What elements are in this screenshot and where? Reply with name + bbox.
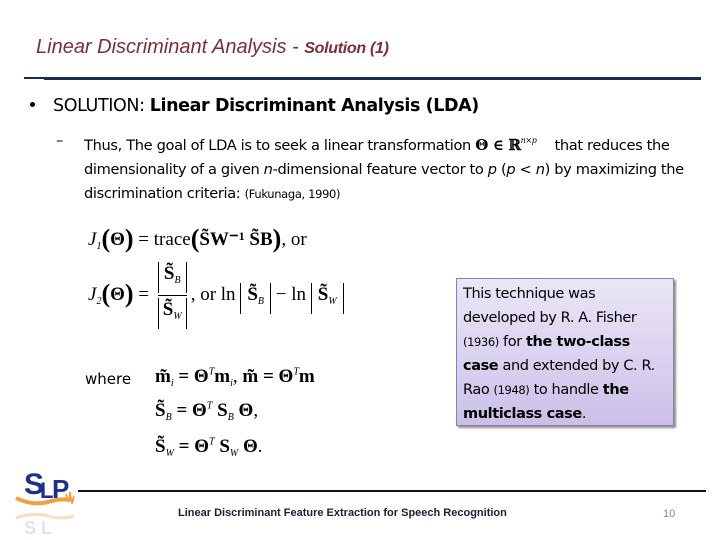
eq-symbol: S̃ [155, 436, 166, 457]
text-span: ( [496, 161, 507, 178]
eq-paren: ) [272, 224, 282, 253]
equation-sw: S̃W = ΘT SW Θ. [155, 436, 263, 459]
eq-text: − ln [271, 283, 306, 305]
slp-logo: S L P S L [14, 460, 78, 538]
eq-body: S̃W⁻¹ S̃B [199, 229, 273, 250]
slp-logo-icon: S L P S L [15, 468, 75, 538]
footer-divider [78, 490, 706, 492]
slide-title: Linear Discriminant Analysis - Solution … [36, 36, 389, 59]
var-n: n [263, 161, 273, 178]
text-span: < [515, 161, 536, 178]
theta-in-reals: Θ ∈ ℝ [475, 136, 521, 154]
equation-means: m̃i = ΘTmi, m̃ = ΘTm [155, 366, 315, 389]
eq-subscript: W [229, 448, 239, 459]
bullet-lead: SOLUTION: [53, 96, 150, 116]
eq-paren: ) [124, 224, 134, 253]
eq-symbol: m̃ [242, 366, 259, 387]
eq-paren: ( [190, 224, 200, 253]
eq-text: = [133, 283, 154, 305]
note-year: (1948) [493, 383, 530, 397]
eq-symbol: Θ [243, 436, 258, 457]
citation: (Fukunaga, 1990) [244, 187, 341, 201]
eq-subscript: W [328, 295, 337, 307]
title-divider [44, 77, 701, 80]
bullet-solution: SOLUTION: Linear Discriminant Analysis (… [30, 96, 479, 116]
eq-text: , or [281, 229, 307, 250]
eq-subscript: B [227, 412, 234, 423]
note-text: for [498, 334, 526, 350]
sub-bullet-text: Thus, The goal of LDA is to seek a linea… [84, 129, 696, 206]
bullet-dot-icon [30, 101, 35, 107]
eq-symbol: Θ [238, 400, 254, 421]
equation-j1: J1(Θ) = trace(S̃W⁻¹ S̃B), or [88, 222, 307, 253]
note-text: to handle [529, 382, 603, 398]
eq-symbol: m [214, 366, 231, 387]
eq-symbol: S̃ [155, 400, 166, 421]
eq-paren: ) [124, 278, 134, 308]
eq-paren: ( [101, 278, 111, 308]
fraction-bar [157, 295, 187, 296]
eq-fraction: S̃B S̃W [157, 262, 187, 329]
eq-determinant: S̃W [310, 282, 344, 314]
where-label: where [85, 370, 132, 388]
eq-theta: Θ [110, 283, 125, 305]
eq-text: . [257, 436, 263, 457]
eq-subscript: W [173, 311, 182, 322]
eq-paren: ( [101, 224, 111, 253]
eq-text: = trace [133, 229, 191, 250]
equation-sb: S̃B = ΘT SB Θ, [155, 400, 258, 423]
fraction-denominator: S̃W [157, 298, 187, 329]
slide-title-sub: Solution (1) [304, 40, 389, 57]
title-divider-accent [24, 77, 46, 79]
eq-text: , [253, 400, 259, 421]
eq-symbol: S̃ [317, 283, 329, 305]
eq-subscript: W [165, 448, 174, 459]
footer-title: Linear Discriminant Feature Extraction f… [178, 507, 507, 519]
note-year: (1936) [463, 335, 499, 349]
eq-symbol: m [298, 366, 315, 387]
eq-symbol: S̃ [247, 283, 258, 305]
eq-symbol: m̃ [155, 366, 171, 387]
page-number: 10 [663, 508, 676, 520]
eq-symbol: S̃ [162, 299, 174, 320]
eq-theta: Θ [110, 229, 125, 250]
fraction-numerator: S̃B [157, 262, 187, 293]
dimension-superscript: n×p [520, 136, 537, 145]
eq-superscript: T [206, 400, 213, 412]
logo-reflection-text: S L [24, 518, 52, 536]
bullet-bold: Linear Discriminant Analysis (LDA) [149, 96, 480, 116]
var-p: p [487, 161, 497, 178]
eq-superscript: T [209, 436, 215, 448]
note-text: This technique was developed by R. A. Fi… [463, 286, 637, 326]
equation-j2: J2(Θ) = S̃B S̃W, or ln S̃B − ln S̃W [88, 262, 344, 329]
eq-subscript: B [174, 275, 181, 286]
slide-title-main: Linear Discriminant Analysis - [36, 36, 305, 58]
eq-subscript: B [257, 295, 264, 307]
note-text: . [581, 406, 587, 422]
eq-symbol: S [217, 400, 228, 421]
eq-text: = Θ [171, 400, 207, 421]
eq-text: , [232, 366, 243, 387]
var-p: p [506, 161, 516, 178]
eq-text: = Θ [173, 366, 209, 387]
var-n: n [535, 161, 545, 178]
note-callout-box: This technique was developed by R. A. Fi… [456, 278, 674, 426]
eq-text: , or ln [190, 283, 236, 305]
sub-bullet-dash: – [56, 132, 63, 149]
eq-symbol: S [219, 436, 230, 457]
text-span: -dimensional feature vector to [272, 161, 488, 178]
eq-text: = Θ [173, 436, 210, 457]
eq-text: = Θ [258, 366, 294, 387]
sub-bullet-goal: – Thus, The goal of LDA is to seek a lin… [56, 129, 696, 206]
eq-symbol: S̃ [163, 263, 175, 284]
eq-determinant: S̃B [240, 282, 271, 314]
text-span: Thus, The goal of LDA is to seek a linea… [84, 137, 476, 154]
